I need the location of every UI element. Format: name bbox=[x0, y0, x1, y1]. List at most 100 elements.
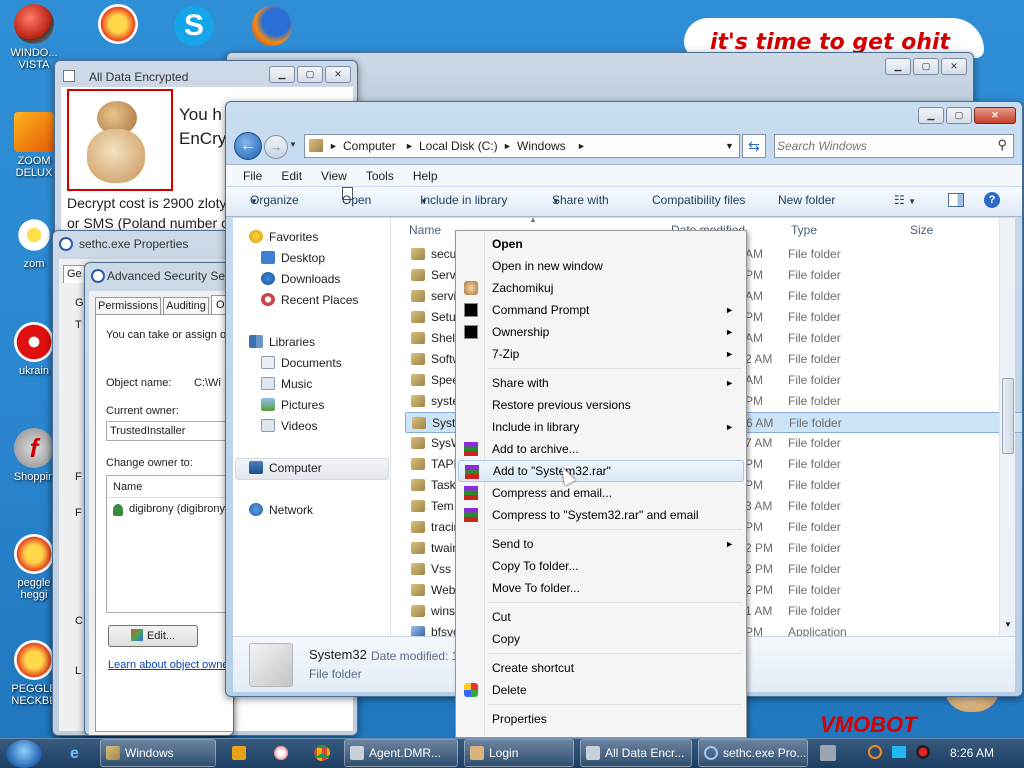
menu-item-open[interactable]: Open bbox=[458, 233, 744, 255]
nav-computer[interactable]: Computer bbox=[249, 461, 322, 475]
taskbar-button-agent[interactable]: Agent.DMR... bbox=[344, 739, 458, 767]
nav-pictures[interactable]: Pictures bbox=[261, 398, 324, 412]
breadcrumb-local-disk[interactable]: Local Disk (C:) bbox=[419, 135, 498, 157]
chrome-icon[interactable] bbox=[314, 745, 330, 761]
chevron-down-icon[interactable]: ▼ bbox=[725, 135, 734, 157]
name-column-header[interactable]: Name bbox=[107, 476, 233, 498]
media-player-icon[interactable] bbox=[232, 746, 246, 760]
back-button[interactable]: ← bbox=[234, 132, 262, 160]
menu-item-7-zip[interactable]: 7-Zip ► bbox=[458, 343, 744, 365]
close-button[interactable]: ✕ bbox=[974, 107, 1016, 124]
breadcrumb-computer[interactable]: Computer bbox=[343, 135, 396, 157]
menu-item-open-in-new-window[interactable]: Open in new window bbox=[458, 255, 744, 277]
menu-item-copy[interactable]: Copy bbox=[458, 628, 744, 650]
menu-tools[interactable]: Tools bbox=[366, 169, 394, 183]
close-button[interactable]: ✕ bbox=[325, 66, 351, 83]
tab-auditing[interactable]: Auditing bbox=[163, 297, 209, 315]
column-header-name[interactable]: Name bbox=[409, 223, 441, 237]
taskbar-button-all-data[interactable]: All Data Encr... bbox=[580, 739, 692, 767]
edit-button[interactable]: Edit... bbox=[108, 625, 198, 647]
menu-item-delete[interactable]: Delete bbox=[458, 679, 744, 701]
vertical-scrollbar[interactable]: ▼ bbox=[999, 218, 1015, 636]
menu-item-label: Add to "System32.rar" bbox=[493, 464, 611, 478]
desktop-icon-firefox[interactable] bbox=[242, 6, 302, 49]
menu-item-add-to-archive[interactable]: Add to archive... bbox=[458, 438, 744, 460]
menu-item-create-shortcut[interactable]: Create shortcut bbox=[458, 657, 744, 679]
tray-volume-icon[interactable] bbox=[916, 745, 930, 759]
owner-list-item[interactable]: digibrony (digibrony- bbox=[129, 503, 229, 515]
new-folder-button[interactable]: New folder bbox=[778, 187, 835, 213]
nav-network[interactable]: Network bbox=[249, 503, 313, 517]
menu-item-properties[interactable]: Properties bbox=[458, 708, 744, 730]
recent-pages-arrow[interactable]: ▼ bbox=[289, 140, 297, 149]
menu-item-send-to[interactable]: Send to ► bbox=[458, 533, 744, 555]
scroll-down-icon[interactable]: ▼ bbox=[1004, 620, 1012, 629]
address-bar[interactable]: ► Computer ► Local Disk (C:) ► Windows ►… bbox=[304, 134, 740, 158]
clock[interactable]: 8:26 AM bbox=[950, 746, 994, 760]
menu-help[interactable]: Help bbox=[413, 169, 438, 183]
close-button[interactable]: ✕ bbox=[941, 58, 967, 75]
taskbar-button-windows[interactable]: Windows bbox=[100, 739, 216, 767]
refresh-button[interactable]: ⇆ bbox=[742, 134, 766, 158]
nav-libraries[interactable]: Libraries bbox=[249, 335, 315, 349]
forward-button[interactable]: → bbox=[264, 135, 288, 159]
nav-recent-places[interactable]: Recent Places bbox=[261, 293, 358, 307]
menu-item-compress-and-email[interactable]: Compress and email... bbox=[458, 482, 744, 504]
organize-button[interactable]: Organize ▼ bbox=[250, 187, 299, 215]
desktop-icon-skype[interactable]: S bbox=[164, 6, 224, 49]
menu-item-zachomikuj[interactable]: Zachomikuj bbox=[458, 277, 744, 299]
nav-downloads[interactable]: Downloads bbox=[261, 272, 340, 286]
search-box[interactable]: ⚲ bbox=[774, 134, 1014, 158]
search-input[interactable] bbox=[777, 137, 987, 155]
menu-item-share-with[interactable]: Share with ► bbox=[458, 372, 744, 394]
views-button[interactable]: ☷ ▼ bbox=[894, 187, 916, 215]
tray-search-icon[interactable] bbox=[868, 745, 882, 759]
start-button[interactable] bbox=[6, 740, 42, 768]
breadcrumb-windows[interactable]: Windows bbox=[517, 135, 566, 157]
tray-app-icon[interactable] bbox=[820, 745, 836, 761]
nav-favorites[interactable]: Favorites bbox=[249, 230, 318, 244]
advanced-security-window[interactable]: Advanced Security Set Permissions Auditi… bbox=[84, 262, 234, 736]
menu-item-label: Delete bbox=[492, 683, 527, 697]
nav-documents[interactable]: Documents bbox=[261, 356, 342, 370]
maximize-button[interactable]: ▢ bbox=[946, 107, 972, 124]
scrollbar-thumb[interactable] bbox=[1002, 378, 1014, 454]
desktop-icon-peggle-top[interactable] bbox=[88, 4, 148, 47]
learn-owner-link[interactable]: Learn about object owne bbox=[108, 659, 228, 671]
menu-view[interactable]: View bbox=[321, 169, 347, 183]
minimize-button[interactable]: ▁ bbox=[885, 58, 911, 75]
minimize-button[interactable]: ▁ bbox=[269, 66, 295, 83]
menu-item-ownership[interactable]: Ownership ► bbox=[458, 321, 744, 343]
menu-item-compress-to-system32-rar-and-email[interactable]: Compress to "System32.rar" and email bbox=[458, 504, 744, 526]
column-header-type[interactable]: Type bbox=[791, 223, 817, 237]
menu-item-restore-previous-versions[interactable]: Restore previous versions bbox=[458, 394, 744, 416]
column-header-size[interactable]: Size bbox=[910, 223, 933, 237]
maximize-button[interactable]: ▢ bbox=[913, 58, 939, 75]
nav-videos[interactable]: Videos bbox=[261, 419, 317, 433]
menu-item-cut[interactable]: Cut bbox=[458, 606, 744, 628]
menu-item-copy-to-folder[interactable]: Copy To folder... bbox=[458, 555, 744, 577]
menu-file[interactable]: File bbox=[243, 169, 262, 183]
maximize-button[interactable]: ▢ bbox=[297, 66, 323, 83]
internet-explorer-icon[interactable]: e bbox=[70, 745, 88, 763]
menu-item-move-to-folder[interactable]: Move To folder... bbox=[458, 577, 744, 599]
minimize-button[interactable]: ▁ bbox=[918, 107, 944, 124]
share-with-button[interactable]: Share with ▼ bbox=[552, 187, 609, 215]
menu-item-add-to-system32-rar[interactable]: Add to "System32.rar" bbox=[458, 460, 744, 482]
search-icon[interactable]: ⚲ bbox=[997, 137, 1007, 153]
menu-edit[interactable]: Edit bbox=[281, 169, 302, 183]
tray-network-icon[interactable] bbox=[892, 746, 906, 758]
taskbar-button-login[interactable]: Login bbox=[464, 739, 574, 767]
owner-list[interactable]: Name digibrony (digibrony- bbox=[106, 475, 233, 613]
compatibility-files-button[interactable]: Compatibility files bbox=[652, 187, 745, 213]
menu-item-include-in-library[interactable]: Include in library ► bbox=[458, 416, 744, 438]
app-tray-icon[interactable] bbox=[274, 746, 288, 760]
nav-desktop[interactable]: Desktop bbox=[261, 251, 325, 265]
preview-pane-button[interactable] bbox=[948, 193, 964, 207]
tab-permissions[interactable]: Permissions bbox=[95, 297, 161, 315]
nav-music[interactable]: Music bbox=[261, 377, 312, 391]
taskbar-button-sethc[interactable]: sethc.exe Pro... bbox=[698, 739, 808, 767]
menu-item-command-prompt[interactable]: Command Prompt ► bbox=[458, 299, 744, 321]
include-in-library-button[interactable]: Include in library ▼ bbox=[420, 187, 507, 215]
help-icon[interactable]: ? bbox=[984, 192, 1000, 208]
